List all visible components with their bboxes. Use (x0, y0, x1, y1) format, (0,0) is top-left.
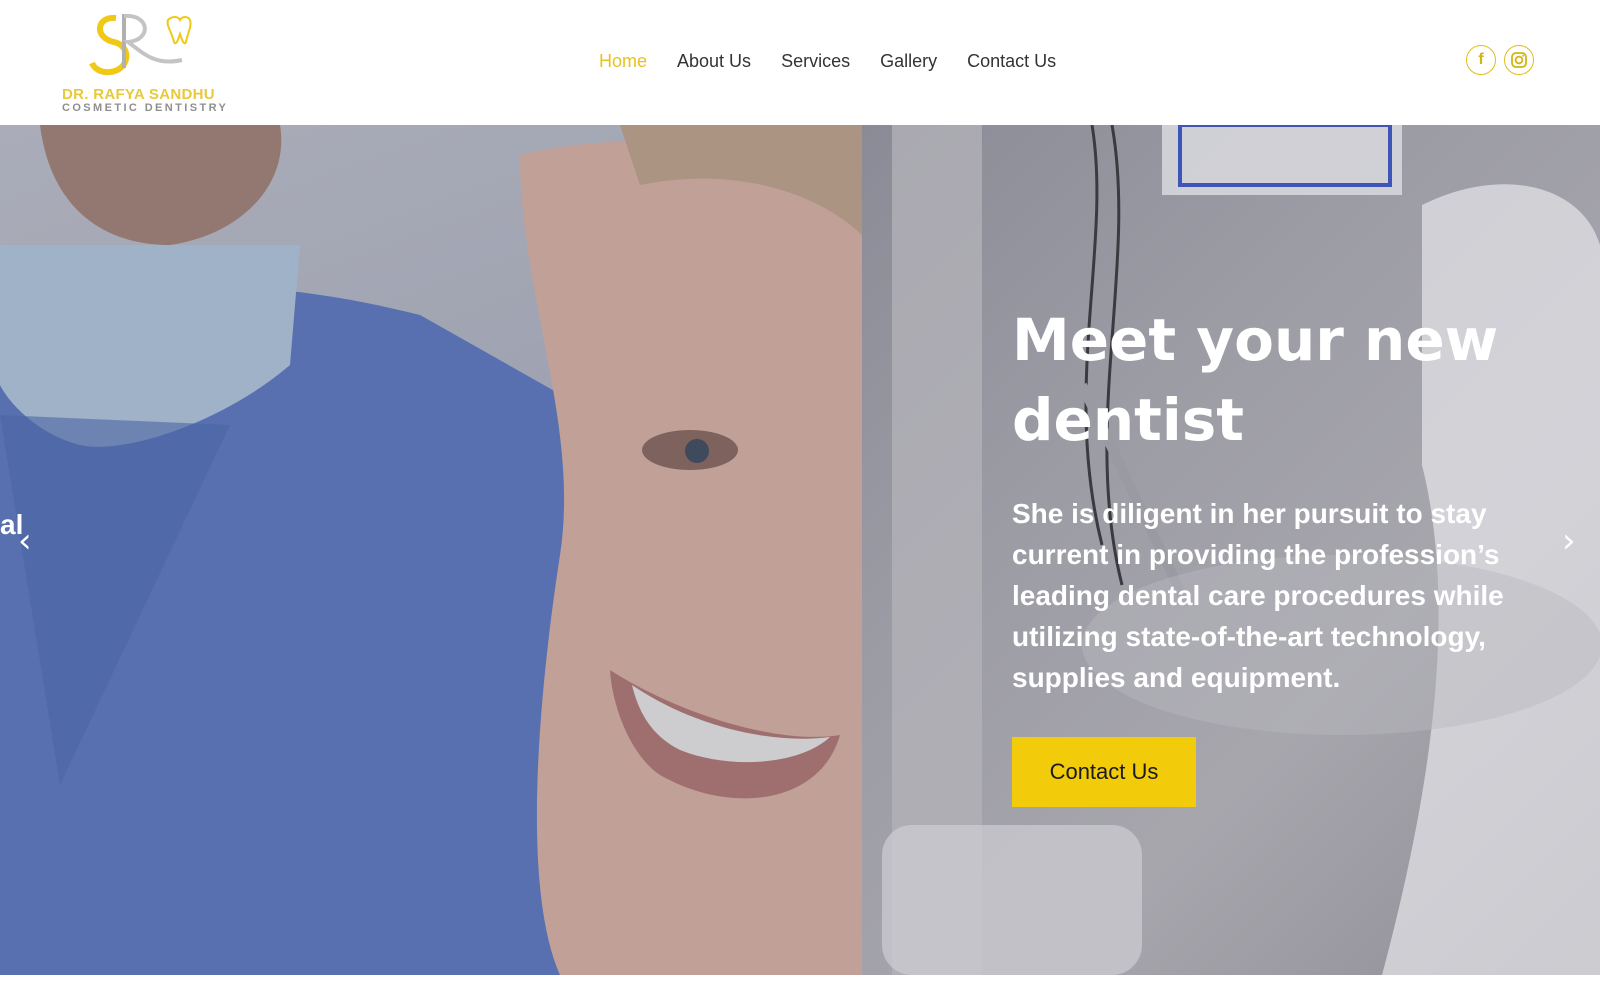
nav-contact-us[interactable]: Contact Us (952, 49, 1071, 73)
facebook-letter: f (1478, 51, 1484, 68)
logo-subtitle: COSMETIC DENTISTRY (62, 102, 229, 114)
nav-about-us[interactable]: About Us (662, 49, 766, 73)
hero-headline: Meet your new dentist (1012, 306, 1499, 454)
chevron-left-icon[interactable]: ‹ (18, 524, 42, 558)
social-links: f (1466, 45, 1534, 75)
nav-gallery[interactable]: Gallery (865, 49, 952, 73)
nav-services[interactable]: Services (766, 49, 865, 73)
facebook-icon[interactable]: f (1466, 45, 1496, 75)
logo[interactable]: DR. RAFYA SANDHU COSMETIC DENTISTRY (56, 8, 236, 120)
logo-mark-icon (89, 13, 192, 76)
hero-image-patient (0, 125, 862, 975)
site-header: DR. RAFYA SANDHU COSMETIC DENTISTRY Home… (0, 0, 1600, 125)
chevron-right-icon[interactable]: › (1562, 524, 1586, 558)
instagram-glyph-icon (1511, 52, 1527, 68)
hero-overlay (0, 125, 862, 975)
hero-description: She is diligent in her pursuit to stay c… (1012, 498, 1504, 693)
hero-slider: al ‹ › Meet your new dentist She is dili… (0, 125, 1600, 975)
nav-home[interactable]: Home (599, 49, 662, 73)
instagram-icon[interactable] (1504, 45, 1534, 75)
contact-us-button[interactable]: Contact Us (1012, 737, 1196, 807)
logo-name: DR. RAFYA SANDHU (62, 86, 215, 103)
main-nav: Home About Us Services Gallery Contact U… (599, 49, 1071, 73)
